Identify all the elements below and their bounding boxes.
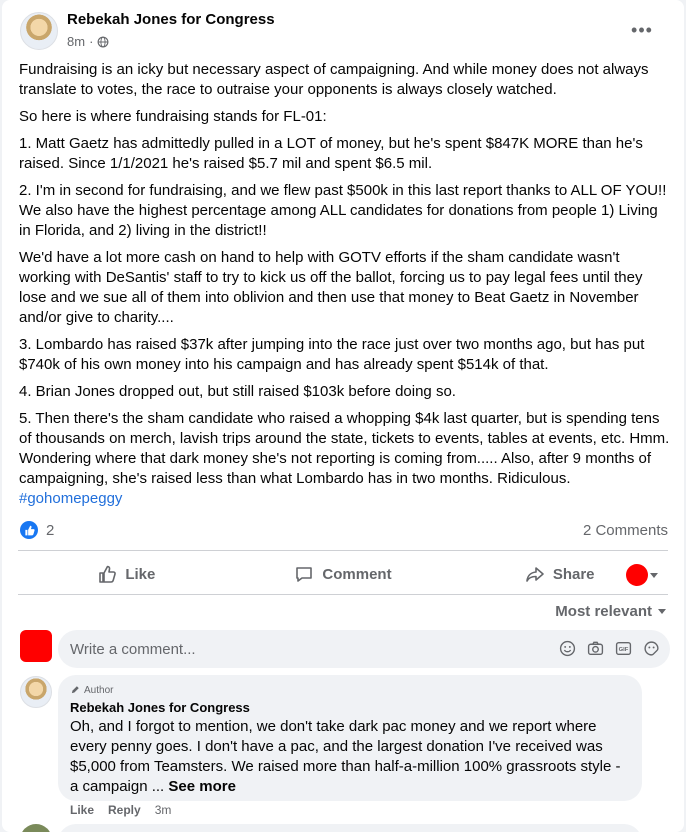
post-actions-bar: Like Comment Share xyxy=(18,556,668,592)
like-button[interactable]: Like xyxy=(18,556,235,592)
post-paragraph: We'd have a lot more cash on hand to hel… xyxy=(19,249,643,326)
comment-actions: Like Reply 3m xyxy=(70,803,171,817)
like-reaction-icon xyxy=(20,521,38,539)
share-label: Share xyxy=(552,565,595,583)
author-badge-label: Author xyxy=(84,684,114,696)
next-comment-bubble xyxy=(58,824,642,832)
svg-text:GIF: GIF xyxy=(618,646,628,652)
post-card: Rebekah Jones for Congress 8m · ••• Fund… xyxy=(2,0,684,832)
redacted-avatar xyxy=(626,564,648,586)
chevron-down-icon xyxy=(650,572,658,578)
comment-button[interactable]: Comment xyxy=(235,556,452,592)
reaction-count: 2 xyxy=(46,521,55,539)
gif-icon[interactable]: GIF xyxy=(614,639,632,657)
comment-sort-dropdown[interactable]: Most relevant xyxy=(555,603,666,620)
current-user-avatar[interactable] xyxy=(20,630,52,662)
next-commenter-avatar[interactable] xyxy=(20,824,52,832)
comment-time[interactable]: 3m xyxy=(155,803,172,817)
more-options-icon: ••• xyxy=(631,19,653,40)
meta-separator: · xyxy=(89,34,94,49)
author-badge: Author xyxy=(70,683,630,697)
divider xyxy=(18,594,668,595)
see-more-link[interactable]: See more xyxy=(168,778,236,795)
post-author-name[interactable]: Rebekah Jones for Congress xyxy=(67,11,275,28)
sort-label: Most relevant xyxy=(555,603,652,620)
emoji-icon[interactable] xyxy=(558,639,576,657)
share-icon xyxy=(526,567,544,582)
post-paragraph: 2. I'm in second for fundraising, and we… xyxy=(19,182,667,239)
comment-like-button[interactable]: Like xyxy=(70,803,94,817)
commenter-name[interactable]: Rebekah Jones for Congress xyxy=(70,700,630,715)
thumbs-up-icon xyxy=(99,565,117,583)
comment-input[interactable] xyxy=(70,640,530,658)
post-paragraph: Fundraising is an icky but necessary asp… xyxy=(19,61,649,98)
post-paragraph: 4. Brian Jones dropped out, but still ra… xyxy=(19,383,456,400)
pencil-icon xyxy=(71,686,79,694)
post-time[interactable]: 8m xyxy=(67,34,85,49)
composer-tools: GIF xyxy=(558,639,660,657)
comments-count-link[interactable]: 2 Comments xyxy=(583,522,668,539)
post-body: Fundraising is an icky but necessary asp… xyxy=(19,60,671,509)
comment-text: Oh, and I forgot to mention, we don't ta… xyxy=(70,717,630,797)
comment-icon xyxy=(296,567,313,582)
comment-label: Comment xyxy=(322,565,392,583)
comment-bubble: Author Rebekah Jones for Congress Oh, an… xyxy=(58,675,642,801)
post-paragraph: 5. Then there's the sham candidate who r… xyxy=(19,410,670,487)
more-options-button[interactable]: ••• xyxy=(628,18,656,42)
like-label: Like xyxy=(125,565,156,583)
divider xyxy=(18,550,668,551)
post-paragraph: 3. Lombardo has raised $37k after jumpin… xyxy=(19,336,645,373)
post-header: Rebekah Jones for Congress 8m · ••• xyxy=(18,10,668,54)
reaction-summary[interactable]: 2 xyxy=(20,521,54,539)
sticker-icon[interactable] xyxy=(642,639,660,657)
comment-reply-button[interactable]: Reply xyxy=(108,803,141,817)
post-meta: 8m · xyxy=(67,34,109,49)
post-paragraph: So here is where fundraising stands for … xyxy=(19,108,327,125)
globe-icon xyxy=(97,36,109,47)
comment-composer[interactable]: GIF xyxy=(58,630,670,668)
post-as-selector[interactable] xyxy=(626,564,658,586)
hashtag-link[interactable]: #gohomepeggy xyxy=(19,489,671,509)
camera-icon[interactable] xyxy=(586,639,604,657)
comment-body: Oh, and I forgot to mention, we don't ta… xyxy=(70,718,621,795)
chevron-down-icon xyxy=(658,609,666,614)
commenter-avatar[interactable] xyxy=(20,676,52,708)
page-avatar[interactable] xyxy=(20,12,58,50)
post-paragraph: 1. Matt Gaetz has admittedly pulled in a… xyxy=(19,135,643,172)
